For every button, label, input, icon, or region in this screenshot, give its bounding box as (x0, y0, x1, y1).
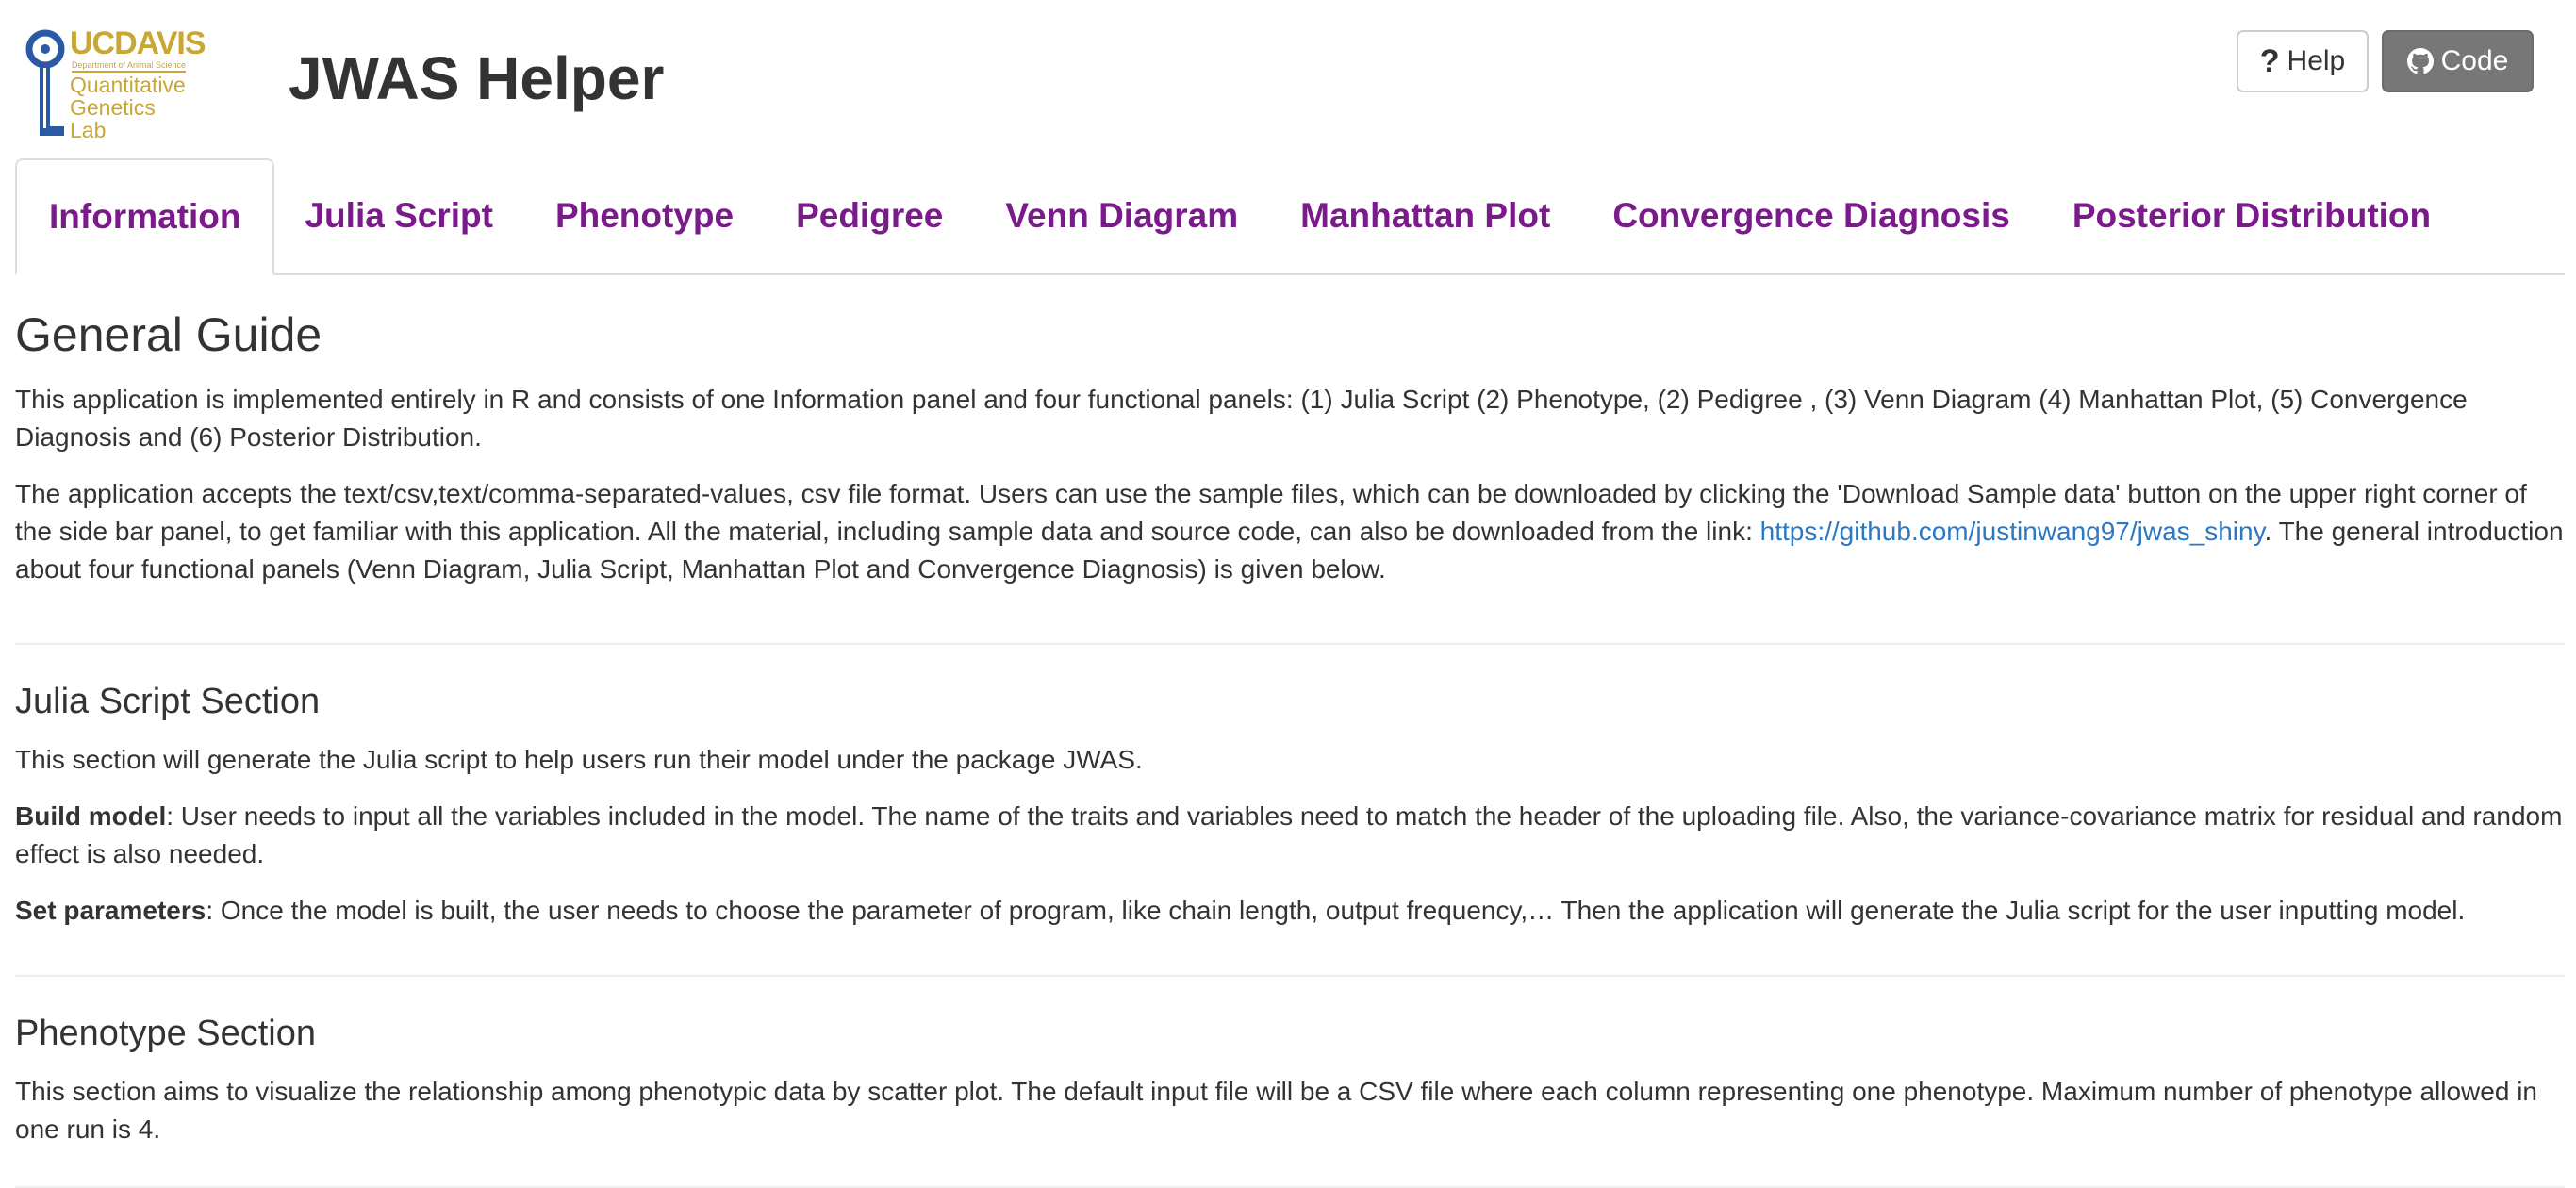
app-page: UCDAVIS Department of Animal Science Qua… (0, 0, 2576, 1188)
department-label: Department of Animal Science (72, 60, 187, 73)
set-parameters-paragraph: Set parameters: Once the model is built,… (15, 896, 2466, 925)
tab-manhattan-plot[interactable]: Manhattan Plot (1268, 158, 1582, 273)
key-logo-icon (25, 29, 65, 136)
build-model-paragraph: Build model: User needs to input all the… (15, 801, 2563, 868)
github-repo-link[interactable]: https://github.com/justinwang97/jwas_shi… (1760, 517, 2265, 546)
guide-paragraph-2: The application accepts the text/csv,tex… (15, 479, 2564, 584)
code-button[interactable]: Code (2382, 30, 2534, 92)
question-icon: ? (2259, 42, 2280, 79)
julia-section-intro: This section will generate the Julia scr… (15, 745, 1143, 774)
section-divider (15, 975, 2565, 977)
julia-section-heading: Julia Script Section (15, 682, 321, 721)
github-icon (2406, 48, 2434, 74)
code-button-label: Code (2440, 45, 2509, 76)
help-button[interactable]: ? Help (2237, 30, 2369, 92)
tab-venn-diagram[interactable]: Venn Diagram (973, 158, 1270, 273)
tab-pedigree[interactable]: Pedigree (764, 158, 975, 273)
tab-posterior-distribution[interactable]: Posterior Distribution (2040, 158, 2463, 273)
tab-julia-script[interactable]: Julia Script (272, 158, 524, 273)
build-model-label: Build model (15, 801, 167, 831)
phenotype-section-intro: This section aims to visualize the relat… (15, 1077, 2537, 1144)
tab-convergence-diagnosis[interactable]: Convergence Diagnosis (1580, 158, 2042, 273)
tab-phenotype[interactable]: Phenotype (523, 158, 766, 273)
ucdavis-logo: UCDAVIS Department of Animal Science Qua… (25, 25, 217, 142)
lab-name: Quantitative Genetics Lab (70, 73, 186, 142)
ucdavis-wordmark: UCDAVIS (70, 25, 206, 61)
main-tabs: Information Julia Script Phenotype Pedig… (15, 158, 2565, 275)
set-parameters-label: Set parameters (15, 896, 206, 925)
help-button-label: Help (2287, 45, 2346, 76)
section-divider (15, 643, 2565, 645)
app-title: JWAS Helper (289, 44, 665, 112)
information-panel: General Guide This application is implem… (15, 273, 2565, 1188)
tab-information[interactable]: Information (15, 158, 275, 275)
general-guide-heading: General Guide (15, 308, 322, 361)
guide-paragraph-1: This application is implemented entirely… (15, 385, 2468, 452)
phenotype-section-heading: Phenotype Section (15, 1014, 317, 1053)
